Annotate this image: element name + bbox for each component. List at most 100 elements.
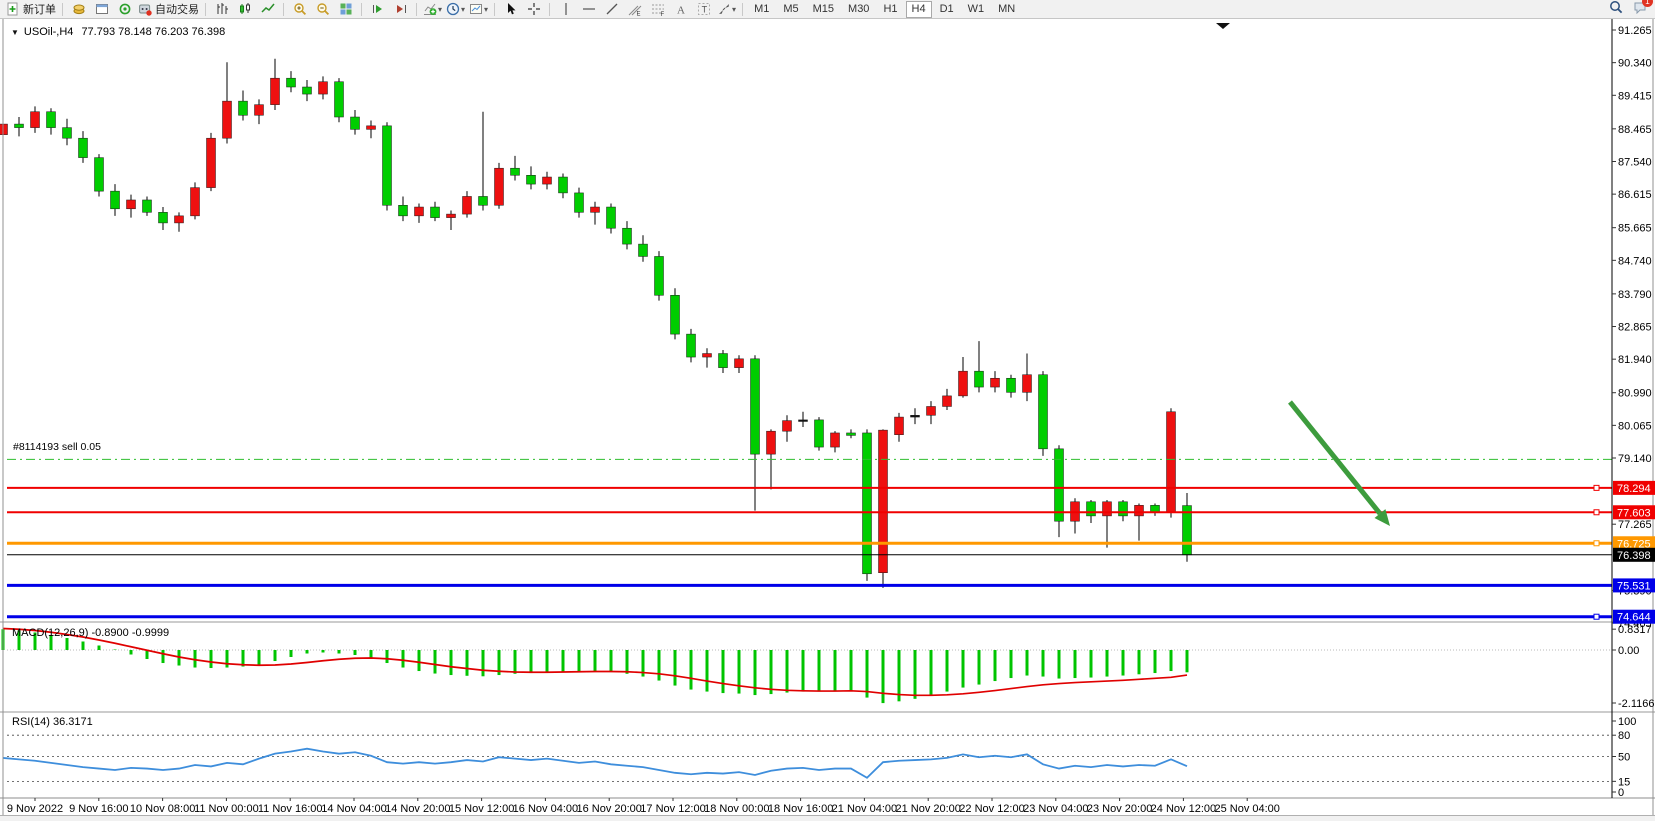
vertical-line-icon[interactable] xyxy=(554,1,577,18)
candle xyxy=(1135,505,1144,516)
text-label-icon[interactable]: T xyxy=(692,1,715,18)
candle xyxy=(447,214,456,218)
chart-line-icon[interactable] xyxy=(256,1,279,18)
candle xyxy=(1087,502,1096,516)
clock-glyph xyxy=(446,2,460,16)
candle xyxy=(463,196,472,214)
candle xyxy=(415,207,424,216)
trendline-icon[interactable] xyxy=(600,1,623,18)
zoom-out-icon[interactable] xyxy=(311,1,334,18)
chevron-down-icon: ▾ xyxy=(484,5,488,14)
arrows-icon[interactable]: ▾ xyxy=(715,1,738,18)
cursor-glyph xyxy=(504,2,518,16)
main-toolbar: 新订单自动交易▾▾▾EFAT▾M1M5M15M30H1H4D1W1MN1 xyxy=(0,0,1655,19)
candle xyxy=(703,354,712,358)
candle xyxy=(575,193,584,212)
candle xyxy=(895,417,904,435)
window-bottom-frame xyxy=(0,816,1655,821)
timeframe-h4-button[interactable]: H4 xyxy=(906,1,932,18)
chart-shift-icon[interactable] xyxy=(389,1,412,18)
time-tick-label: 16 Nov 20:00 xyxy=(576,803,641,815)
line-handle[interactable] xyxy=(1594,485,1599,490)
arrows-glyph xyxy=(717,2,731,16)
price-marker-label: 77.603 xyxy=(1617,507,1651,519)
candle xyxy=(15,124,24,128)
crosshair-icon[interactable] xyxy=(522,1,545,18)
time-tick-label: 23 Nov 04:00 xyxy=(1023,803,1088,815)
candle xyxy=(367,126,376,130)
time-tick-label: 15 Nov 12:00 xyxy=(449,803,514,815)
zoomin-glyph xyxy=(293,2,307,16)
tiles-glyph xyxy=(339,2,353,16)
price-tick-label: 89.415 xyxy=(1618,90,1652,102)
price-tick-label: 86.615 xyxy=(1618,189,1652,201)
time-tick-label: 14 Nov 04:00 xyxy=(321,803,386,815)
chart-candles-icon[interactable] xyxy=(233,1,256,18)
candle xyxy=(911,415,920,417)
candle xyxy=(559,177,568,193)
horizontal-line-icon[interactable] xyxy=(577,1,600,18)
toolbar-separator xyxy=(494,3,495,16)
candle xyxy=(255,105,264,116)
new-order-button[interactable]: 新订单 xyxy=(4,1,58,18)
search-icon[interactable] xyxy=(1609,0,1623,19)
candle xyxy=(751,359,760,454)
indicators-add-icon[interactable]: ▾ xyxy=(421,1,444,18)
market-signal-icon[interactable] xyxy=(113,1,136,18)
toolbar-separator xyxy=(549,3,550,16)
new-order-button-label: 新订单 xyxy=(23,1,56,17)
zoomout-glyph xyxy=(316,2,330,16)
text-icon[interactable]: A xyxy=(669,1,692,18)
periods-clock-icon[interactable]: ▾ xyxy=(444,1,467,18)
candle xyxy=(511,168,520,175)
zoom-in-icon[interactable] xyxy=(288,1,311,18)
candle xyxy=(991,378,1000,387)
candle xyxy=(1103,502,1112,516)
candle xyxy=(863,433,872,574)
search-glyph xyxy=(1609,1,1623,18)
candles-glyph xyxy=(238,2,252,16)
auto-trading-button[interactable]: 自动交易 xyxy=(136,1,201,18)
tile-windows-icon[interactable] xyxy=(334,1,357,18)
timeframe-m5-button[interactable]: M5 xyxy=(777,1,804,18)
macd-tick-label: 0.8317 xyxy=(1618,624,1652,636)
fibo-glyph: F xyxy=(651,2,665,16)
candle xyxy=(303,87,312,94)
timeframe-d1-button[interactable]: D1 xyxy=(934,1,960,18)
rsi-tick-label: 80 xyxy=(1618,730,1630,742)
time-tick-label: 21 Nov 04:00 xyxy=(832,803,897,815)
candle xyxy=(79,138,88,157)
price-tick-label: 84.740 xyxy=(1618,255,1652,267)
notification-badge: 1 xyxy=(1642,0,1653,7)
equidistant-channel-icon[interactable]: E xyxy=(623,1,646,18)
timeframe-m15-button[interactable]: M15 xyxy=(807,1,840,18)
notifications-icon[interactable]: 1 xyxy=(1633,0,1647,19)
timeframe-m30-button[interactable]: M30 xyxy=(842,1,875,18)
line-handle[interactable] xyxy=(1594,541,1599,546)
fibonacci-icon[interactable]: F xyxy=(646,1,669,18)
timeframe-mn-button[interactable]: MN xyxy=(992,1,1021,18)
candle xyxy=(335,82,344,117)
candle xyxy=(63,128,72,139)
profile-window-icon[interactable] xyxy=(90,1,113,18)
candle xyxy=(975,371,984,387)
timeframe-w1-button[interactable]: W1 xyxy=(962,1,991,18)
candle xyxy=(1119,502,1128,516)
candle xyxy=(271,78,280,104)
svg-text:F: F xyxy=(660,12,664,16)
candle xyxy=(655,256,664,295)
line-handle[interactable] xyxy=(1594,614,1599,619)
candle xyxy=(943,396,952,407)
crosshair-glyph xyxy=(527,2,541,16)
depth-of-market-icon[interactable] xyxy=(67,1,90,18)
timeframe-h1-button[interactable]: H1 xyxy=(877,1,903,18)
templates-icon[interactable]: ▾ xyxy=(467,1,490,18)
timeframe-m1-button[interactable]: M1 xyxy=(748,1,775,18)
textA-glyph: A xyxy=(674,2,688,16)
cursor-icon[interactable] xyxy=(499,1,522,18)
candle xyxy=(783,421,792,432)
signal-glyph xyxy=(118,2,132,16)
chart-bars-icon[interactable] xyxy=(210,1,233,18)
auto-scroll-icon[interactable] xyxy=(366,1,389,18)
line-handle[interactable] xyxy=(1594,510,1599,515)
